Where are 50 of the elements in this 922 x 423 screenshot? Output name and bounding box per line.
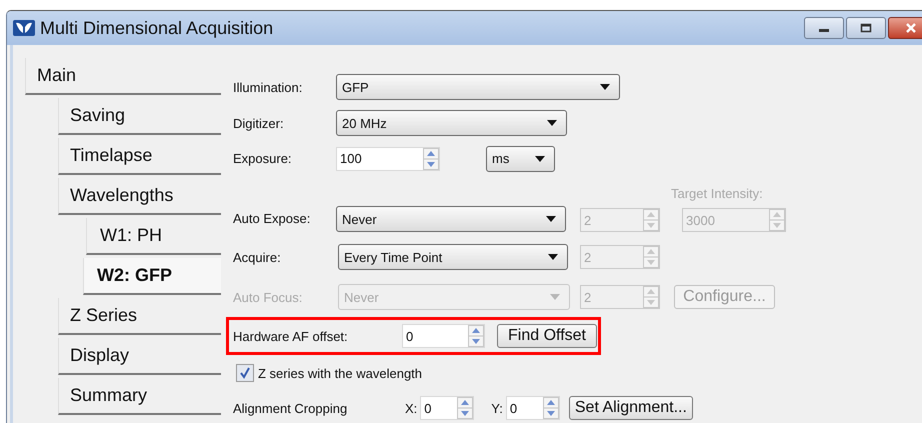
spin-arrows-icon[interactable] [423,148,439,170]
caret-icon [534,154,546,162]
axis-label: X: [405,400,418,416]
close-button[interactable] [888,17,922,39]
spin-field[interactable]: 0 [402,324,485,348]
field-label: Exposure: [233,151,293,166]
dropdown[interactable]: 20 MHz [336,110,567,136]
caret-icon [546,119,558,127]
sidebar-tab[interactable]: Main [25,58,221,95]
field-label: Digitizer: [233,116,285,130]
field-label: Auto Expose: [233,211,312,226]
caret-icon [599,83,611,91]
sidebar-tab[interactable]: Summary [58,378,221,415]
push-button[interactable]: Find Offset [497,324,597,348]
dropdown[interactable]: GFP [336,74,620,100]
sidebar-tab[interactable]: Saving [58,98,221,135]
dropdown[interactable]: Every Time Point [338,244,568,270]
sidebar-tab[interactable]: W1: PH [86,218,221,255]
push-button[interactable]: Set Alignment... [568,396,693,420]
spin-arrows-icon[interactable] [468,325,484,347]
caption-label: Target Intensity: [671,186,764,201]
checkbox[interactable] [236,364,254,382]
field-label: Alignment Cropping [233,400,348,416]
spin-field[interactable]: 0 [420,396,474,420]
field-label: Illumination: [233,80,304,94]
spin-field[interactable]: 0 [506,396,560,420]
sidebar-tab[interactable]: W2: GFP [83,258,221,295]
field-label: Hardware AF offset: [233,328,349,344]
spin-arrows-icon[interactable] [457,397,474,419]
caret-icon [547,253,559,261]
checkbox-label: Z series with the wavelength [258,366,422,380]
app-icon [13,20,35,36]
field-label: Auto Focus: [233,290,304,304]
maximize-button[interactable] [846,17,886,39]
spin-field[interactable]: 100 [336,146,440,170]
dropdown[interactable]: ms [486,146,555,172]
sidebar-tab[interactable]: Z Series [58,298,221,335]
maximize-icon [859,23,873,33]
caret-icon [545,215,557,223]
field-label: Acquire: [233,250,282,264]
dropdown[interactable]: Never [336,206,566,232]
close-icon [904,23,918,33]
caret-icon [549,293,561,301]
window-title: Multi Dimensional Acquisition [40,18,274,38]
sidebar-tab[interactable]: Timelapse [58,138,221,175]
sidebar-tab[interactable]: Display [58,338,221,375]
spin-arrows-icon[interactable] [542,397,559,419]
axis-label: Y: [491,400,503,416]
minimize-button[interactable] [804,17,844,39]
sidebar-tab[interactable]: Wavelengths [58,178,221,215]
